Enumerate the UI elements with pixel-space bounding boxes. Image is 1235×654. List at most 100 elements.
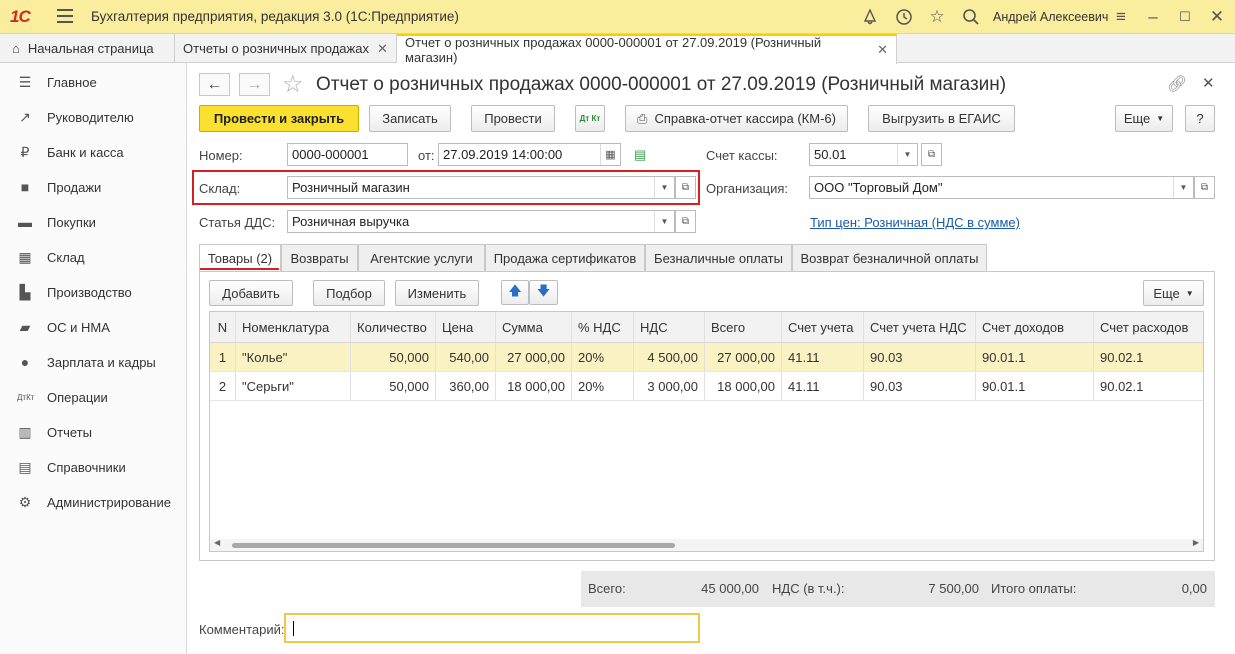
cell-price[interactable]: 360,00 [436, 372, 496, 400]
forward-button[interactable]: → [239, 73, 270, 96]
date-field[interactable]: 27.09.2019 14:00:00 ▦ [438, 143, 621, 166]
tab-retail-reports[interactable]: Отчеты о розничных продажах ✕ [175, 34, 397, 63]
sidebar-item-fixed-assets[interactable]: ▰ ОС и НМА [0, 312, 187, 342]
cell-sum[interactable]: 18 000,00 [496, 372, 572, 400]
user-name[interactable]: Андрей Алексеевич [993, 10, 1108, 24]
open-icon[interactable]: ⧉ [1194, 176, 1215, 199]
window-menu-icon[interactable]: ≡ [1110, 6, 1132, 28]
save-button[interactable]: Записать [369, 105, 451, 132]
open-icon[interactable]: ⧉ [675, 210, 696, 233]
sidebar-item-salary[interactable]: ● Зарплата и кадры [0, 347, 187, 377]
minimize-icon[interactable]: – [1142, 6, 1164, 28]
column-header[interactable]: Счет расходов [1094, 312, 1203, 342]
close-tab-icon[interactable]: ✕ [377, 41, 388, 57]
column-header[interactable]: Счет доходов [976, 312, 1094, 342]
cell-item[interactable]: "Колье" [236, 343, 351, 371]
link-icon[interactable]: 🔗︎ [1167, 74, 1187, 94]
cell-income-account[interactable]: 90.01.1 [976, 343, 1094, 371]
sidebar-item-reports[interactable]: ▥ Отчеты [0, 417, 187, 447]
sidebar-item-purchases[interactable]: ▬ Покупки [0, 207, 187, 237]
chevron-down-icon[interactable]: ▼ [654, 211, 674, 232]
sidebar-item-sales[interactable]: ■ Продажи [0, 172, 187, 202]
close-tab-icon[interactable]: ✕ [877, 42, 888, 58]
comment-input[interactable] [284, 613, 700, 643]
column-header[interactable]: Сумма [496, 312, 572, 342]
cell-vat-rate[interactable]: 20% [572, 343, 634, 371]
calendar-icon[interactable]: ▦ [600, 144, 620, 165]
number-field[interactable]: 0000-000001 [287, 143, 408, 166]
column-header[interactable]: Номенклатура [236, 312, 351, 342]
tab-noncash-payments[interactable]: Безналичные оплаты [645, 244, 792, 271]
sidebar-item-main[interactable]: ☰ Главное [0, 67, 187, 97]
cell-price[interactable]: 540,00 [436, 343, 496, 371]
sidebar-item-bank[interactable]: ₽ Банк и касса [0, 137, 187, 167]
favorite-star-icon[interactable]: ☆ [282, 70, 304, 99]
edit-button[interactable]: Изменить [395, 280, 479, 306]
sidebar-item-production[interactable]: ▙ Производство [0, 277, 187, 307]
table-row[interactable]: 1 "Колье" 50,000 540,00 27 000,00 20% 4 … [210, 343, 1203, 372]
scrollbar-thumb[interactable] [232, 543, 675, 548]
chevron-down-icon[interactable]: ▼ [654, 177, 674, 198]
more-button[interactable]: Еще ▼ [1115, 105, 1173, 132]
cell-income-account[interactable]: 90.01.1 [976, 372, 1094, 400]
column-header[interactable]: Количество [351, 312, 436, 342]
tab-returns[interactable]: Возвраты [281, 244, 358, 271]
cell-account[interactable]: 41.11 [782, 343, 864, 371]
warehouse-field[interactable]: Розничный магазин ▼ [287, 176, 675, 199]
dt-kt-button[interactable]: Дт Кт [575, 105, 605, 132]
back-button[interactable]: ← [199, 73, 230, 96]
cell-vat-rate[interactable]: 20% [572, 372, 634, 400]
move-up-button[interactable]: 🡅︎ [501, 280, 529, 305]
cell-total[interactable]: 27 000,00 [705, 343, 782, 371]
column-header[interactable]: Счет учета [782, 312, 864, 342]
cell-vat[interactable]: 3 000,00 [634, 372, 705, 400]
cell-vat[interactable]: 4 500,00 [634, 343, 705, 371]
table-more-button[interactable]: Еще ▼ [1143, 280, 1204, 306]
help-button[interactable]: ? [1185, 105, 1215, 132]
sidebar-item-operations[interactable]: ДтКт Операции [0, 382, 187, 412]
cell-sum[interactable]: 27 000,00 [496, 343, 572, 371]
sidebar-item-admin[interactable]: ⚙ Администрирование [0, 487, 187, 517]
sidebar-item-directories[interactable]: ▤ Справочники [0, 452, 187, 482]
table-row[interactable]: 2 "Серьги" 50,000 360,00 18 000,00 20% 3… [210, 372, 1203, 401]
column-header[interactable]: Всего [705, 312, 782, 342]
open-icon[interactable]: ⧉ [921, 143, 942, 166]
cell-item[interactable]: "Серьги" [236, 372, 351, 400]
egais-export-button[interactable]: Выгрузить в ЕГАИС [868, 105, 1015, 132]
cell-expense-account[interactable]: 90.02.1 [1094, 372, 1203, 400]
column-header[interactable]: N [210, 312, 236, 342]
price-type-link[interactable]: Тип цен: Розничная (НДС в сумме) [810, 215, 1020, 230]
post-button[interactable]: Провести [471, 105, 555, 132]
tab-retail-report-doc[interactable]: Отчет о розничных продажах 0000-000001 о… [397, 34, 897, 65]
history-icon[interactable] [893, 6, 915, 28]
column-header[interactable]: Счет учета НДС [864, 312, 976, 342]
cell-quantity[interactable]: 50,000 [351, 372, 436, 400]
add-row-button[interactable]: Добавить [209, 280, 293, 306]
main-menu-icon[interactable] [57, 9, 73, 23]
post-and-close-button[interactable]: Провести и закрыть [199, 105, 359, 132]
dds-field[interactable]: Розничная выручка ▼ [287, 210, 675, 233]
cell-total[interactable]: 18 000,00 [705, 372, 782, 400]
select-button[interactable]: Подбор [313, 280, 385, 306]
star-icon[interactable]: ☆ [926, 6, 948, 28]
chevron-down-icon[interactable]: ▼ [897, 144, 917, 165]
chevron-down-icon[interactable]: ▼ [1173, 177, 1193, 198]
cell-vat-account[interactable]: 90.03 [864, 343, 976, 371]
close-icon[interactable]: ✕ [1206, 6, 1228, 28]
bell-icon[interactable] [859, 6, 881, 28]
tab-home[interactable]: ⌂ Начальная страница [0, 34, 175, 63]
cashier-report-button[interactable]: ⎙ Справка-отчет кассира (КМ-6) [625, 105, 848, 132]
column-header[interactable]: % НДС [572, 312, 634, 342]
cell-quantity[interactable]: 50,000 [351, 343, 436, 371]
cell-account[interactable]: 41.11 [782, 372, 864, 400]
sidebar-item-warehouse[interactable]: ▦ Склад [0, 242, 187, 272]
cash-account-field[interactable]: 50.01 ▼ [809, 143, 918, 166]
search-icon[interactable] [960, 6, 982, 28]
scroll-left-icon[interactable]: ◀ [214, 538, 220, 547]
scroll-right-icon[interactable]: ▶ [1193, 538, 1199, 547]
organization-field[interactable]: ООО "Торговый Дом" ▼ [809, 176, 1194, 199]
sidebar-item-manager[interactable]: ↗ Руководителю [0, 102, 187, 132]
tab-certificate-sales[interactable]: Продажа сертификатов [485, 244, 645, 271]
column-header[interactable]: НДС [634, 312, 705, 342]
move-down-button[interactable]: 🡇︎ [529, 280, 558, 305]
